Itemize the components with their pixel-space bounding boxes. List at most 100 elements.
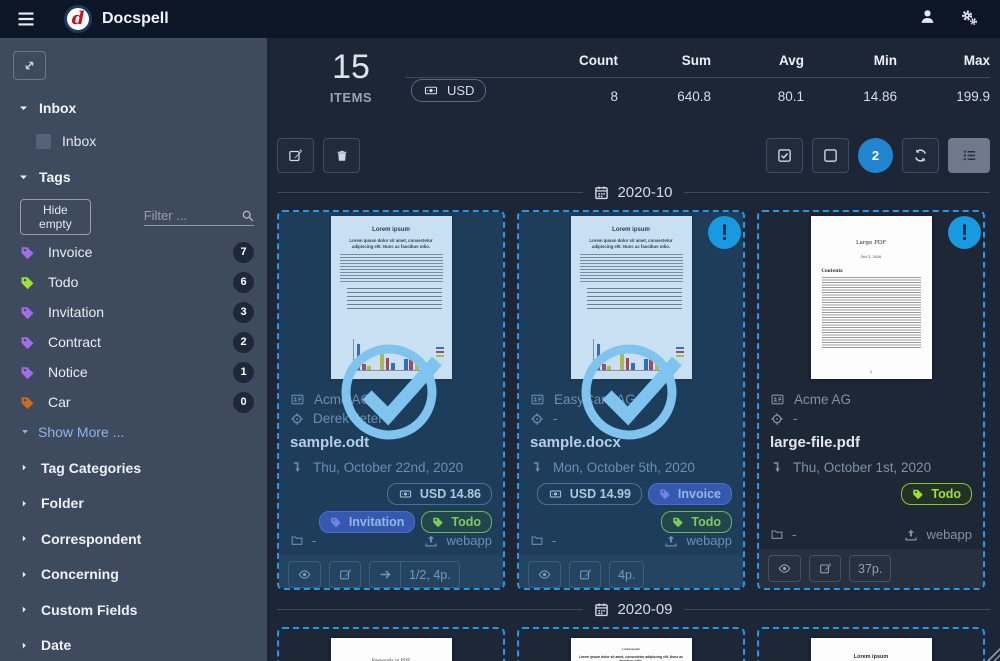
sidebar-item-folder[interactable]: Folder <box>20 495 254 511</box>
next-attachment-button[interactable] <box>369 561 401 588</box>
tag-badge-todo[interactable]: Todo <box>661 511 732 533</box>
inbox-checkbox[interactable] <box>36 134 51 149</box>
tag-count-badge: 6 <box>233 272 254 293</box>
preview-eye-button[interactable] <box>768 555 801 582</box>
calendar-icon <box>594 602 609 617</box>
tag-count-badge: 7 <box>233 242 254 263</box>
tag-label: Car <box>48 394 71 410</box>
item-thumbnail: Lorem ipsum Lorem ipsum dolor sit amet, … <box>519 629 743 661</box>
refresh-button[interactable] <box>902 138 939 173</box>
edit-item-button[interactable] <box>809 555 841 582</box>
tag-count-badge: 0 <box>233 392 254 413</box>
thumb-chart <box>353 339 422 371</box>
item-name[interactable]: sample.docx <box>530 434 732 451</box>
item-card-sample-odt[interactable]: Lorem ipsum Lorem ipsum dolor sit amet, … <box>277 210 505 590</box>
item-card-sample-docx[interactable]: ! Lorem ipsum Lorem ipsum dolor sit amet… <box>517 210 745 590</box>
inbox-checkbox-row[interactable]: Inbox <box>36 133 254 149</box>
item-card-row: Lorem ipsum Lorem ipsum dolor sit amet, … <box>277 210 990 590</box>
correspondent: EasyCare AG <box>554 392 636 407</box>
concerning-crosshair-icon <box>530 412 544 426</box>
tag-filter-item-invoice[interactable]: Invoice 7 <box>20 237 254 267</box>
inbox-item-label: Inbox <box>62 133 96 149</box>
tag-count-badge: 2 <box>233 332 254 353</box>
tag-filter-item-notice[interactable]: Notice 1 <box>20 357 254 387</box>
concerning-person: - <box>793 411 798 426</box>
tag-filter-item-invitation[interactable]: Invitation 3 <box>20 297 254 327</box>
card-footer: 37p. <box>759 549 983 588</box>
preview-eye-button[interactable] <box>288 561 321 588</box>
item-date: Thu, October 1st, 2020 <box>793 460 931 475</box>
warning-exclamation-badge: ! <box>708 216 741 249</box>
sidebar-item-tag-categories[interactable]: Tag Categories <box>20 460 254 476</box>
sidebar-item-date[interactable]: Date <box>20 637 254 653</box>
upload-source-icon <box>904 528 918 542</box>
item-card-lorem-doc[interactable]: Lorem ipsum Lorem ipsum dolor sit amet, … <box>517 627 745 661</box>
chevron-right-icon <box>20 604 29 615</box>
stats-val-count: 8 <box>525 78 618 104</box>
tag-filter-input[interactable] <box>144 208 241 223</box>
collapse-sidebar-button[interactable] <box>13 51 46 80</box>
tag-icon <box>672 516 684 528</box>
card-footer: 4p. <box>519 555 743 590</box>
item-date: Mon, October 5th, 2020 <box>553 460 695 475</box>
tag-icon <box>432 516 444 528</box>
menu-hamburger-icon[interactable] <box>14 7 38 31</box>
preview-eye-button[interactable] <box>528 561 561 588</box>
tag-badge-todo[interactable]: Todo <box>421 511 492 533</box>
settings-cogs-icon[interactable] <box>960 8 978 31</box>
correspondent-idcard-icon <box>530 393 545 406</box>
thumb-intro: Lorem ipsum dolor sit amet, consectetur … <box>579 238 684 249</box>
sidebar-item-correspondent[interactable]: Correspondent <box>20 531 254 547</box>
concerning-crosshair-icon <box>290 412 304 426</box>
edit-selected-button[interactable] <box>277 138 314 173</box>
thumb-title: Lorem ipsum <box>571 647 692 651</box>
hide-empty-button[interactable]: Hide empty <box>20 199 91 235</box>
tag-badge-invitation[interactable]: Invitation <box>319 511 416 533</box>
items-count: 15 <box>315 48 387 87</box>
item-name[interactable]: sample.odt <box>290 434 492 451</box>
sidebar-item-concerning[interactable]: Concerning <box>20 566 254 582</box>
docspell-logo: d <box>64 5 92 33</box>
thumb-date: Oct 1, 2020 <box>811 255 932 259</box>
chevron-right-icon <box>20 640 29 651</box>
select-none-button[interactable] <box>812 138 849 173</box>
edit-item-button[interactable] <box>329 561 361 588</box>
stats-val-avg: 80.1 <box>711 78 804 104</box>
month-group-label: 2020-09 <box>617 601 672 618</box>
top-navbar: d Docspell <box>0 0 1000 38</box>
item-name[interactable]: large-file.pdf <box>770 434 972 451</box>
tag-filter-item-car[interactable]: Car 0 <box>20 387 254 417</box>
tag-badge-invoice[interactable]: Invoice <box>648 483 732 505</box>
tag-filter-item-todo[interactable]: Todo 6 <box>20 267 254 297</box>
chevron-down-icon <box>18 172 29 183</box>
tag-icon <box>20 245 35 260</box>
item-date-icon <box>530 460 544 475</box>
folder-value: - <box>312 533 316 548</box>
folder-value: - <box>792 527 796 542</box>
tag-icon <box>330 516 342 528</box>
item-card-keywords-pdf[interactable]: Keywords in PDF <box>277 627 505 661</box>
list-view-toggle-button[interactable] <box>948 138 990 173</box>
month-group-header: 2020-10 <box>277 184 990 201</box>
inbox-section-header[interactable]: Inbox <box>18 100 254 116</box>
thumb-title: Large PDF <box>811 240 932 246</box>
amount-badge: USD 14.99 <box>537 483 642 505</box>
delete-selected-button[interactable] <box>323 138 360 173</box>
select-all-button[interactable] <box>766 138 803 173</box>
correspondent-idcard-icon <box>770 393 785 406</box>
inbox-section-label: Inbox <box>39 100 76 116</box>
amount-badge: USD 14.86 <box>387 483 492 505</box>
item-card-large-file-pdf[interactable]: ! Large PDF Oct 1, 2020 Contents 1 Acme … <box>757 210 985 590</box>
user-icon[interactable] <box>919 8 936 30</box>
tag-filter-item-contract[interactable]: Contract 2 <box>20 327 254 357</box>
tags-section-header[interactable]: Tags <box>18 169 254 185</box>
item-thumbnail: Lorem ipsum Lorem ipsum dolor sit amet, … <box>279 212 503 382</box>
edit-item-button[interactable] <box>569 561 601 588</box>
items-count-label: ITEMS <box>315 90 387 105</box>
thumb-title: Lorem ipsum <box>331 227 452 233</box>
sidebar-item-custom-fields[interactable]: Custom Fields <box>20 602 254 618</box>
tag-icon <box>912 488 924 500</box>
item-card-lorem-doc[interactable]: Lorem ipsum Lorem ipsum dolor sit amet, … <box>757 627 985 661</box>
show-more-tags[interactable]: Show More ... <box>20 424 254 440</box>
tag-badge-todo[interactable]: Todo <box>901 483 972 505</box>
